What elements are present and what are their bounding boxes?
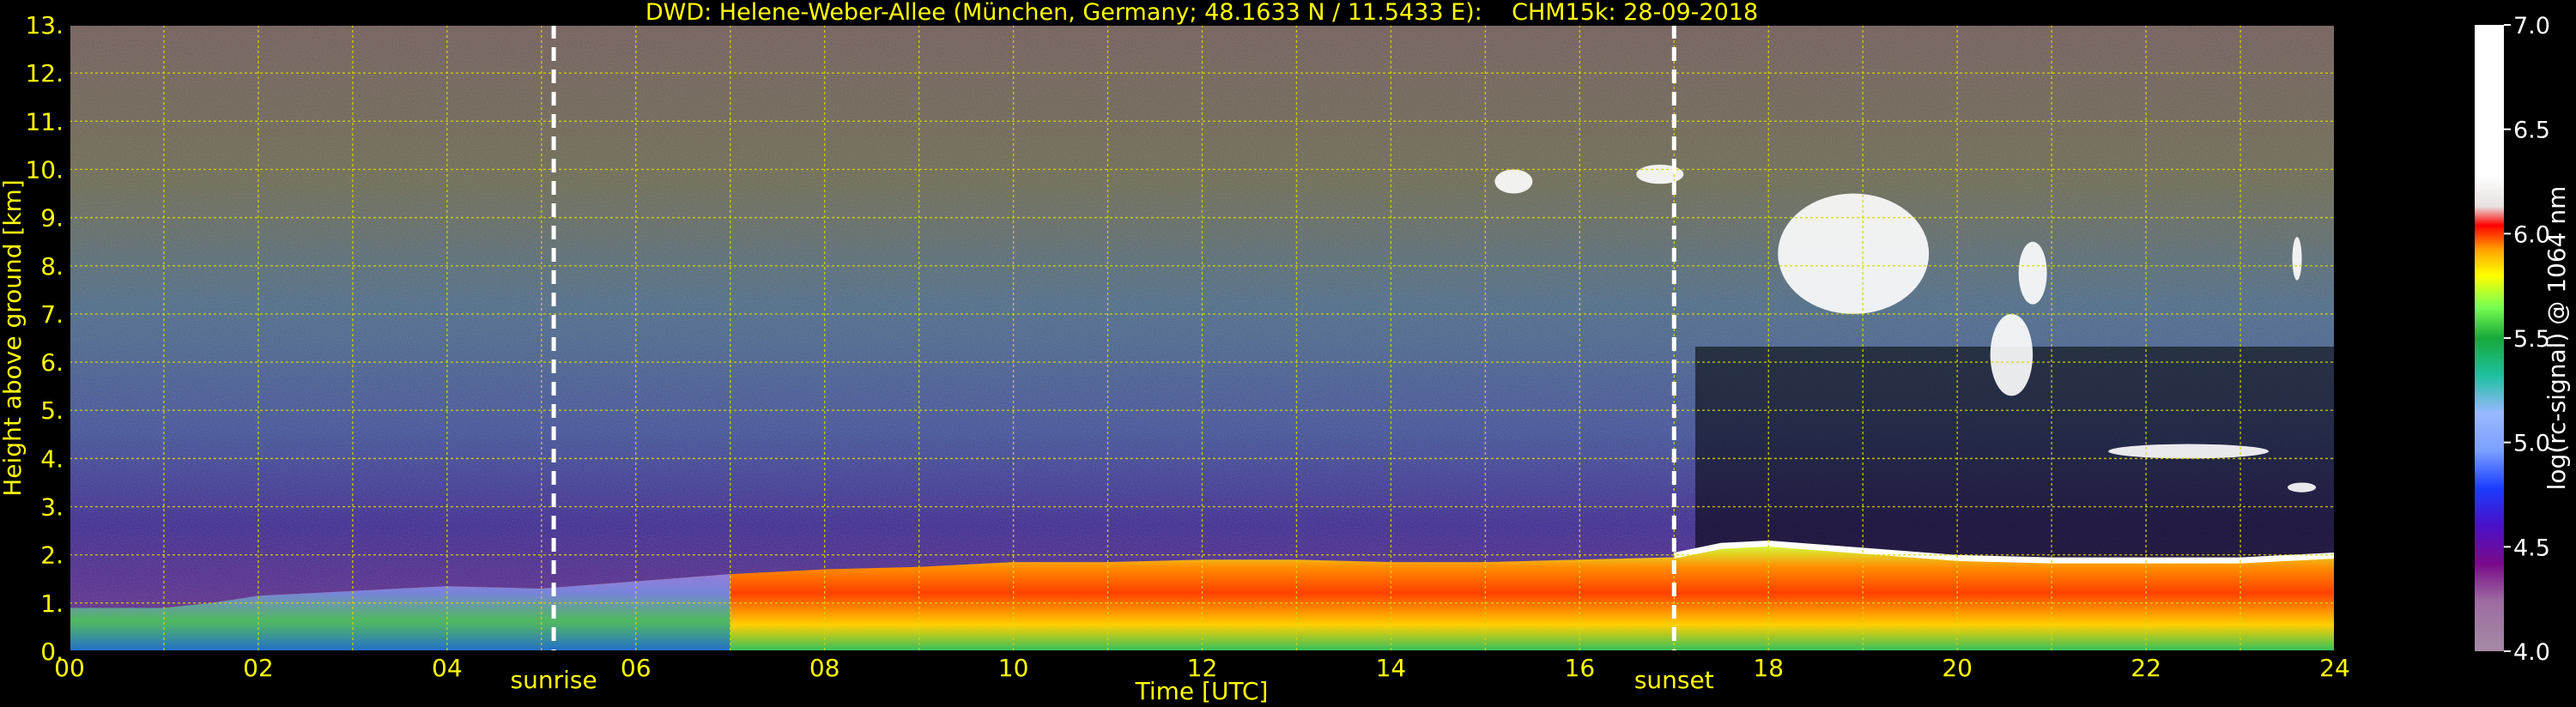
colorbar-tick-label: 4.5	[2513, 535, 2550, 561]
colorbar-tick-label: 7.0	[2513, 13, 2550, 39]
y-tick-label: 9.	[40, 204, 64, 233]
y-tick-label: 7.	[40, 300, 64, 329]
x-tick-label: 22	[2131, 654, 2161, 682]
cloud-feature-5	[2292, 237, 2302, 281]
colorbar-gradient	[2475, 25, 2504, 651]
colorbar-tick-label: 6.5	[2513, 118, 2550, 144]
y-tick-label: 11.	[25, 107, 64, 136]
y-tick-label: 10.	[25, 155, 64, 184]
x-axis-label: Time [UTC]	[1135, 677, 1269, 705]
colorbar-label: log(rc-signal) @ 1064 nm	[2543, 186, 2571, 491]
cloud-feature-7	[1636, 164, 1684, 184]
ceilometer-chart: DWD: Helene-Weber-Allee (München, German…	[0, 0, 2571, 705]
x-tick-label: 18	[1753, 654, 1784, 682]
y-tick-label: 2.	[40, 541, 64, 570]
x-tick-label: 00	[54, 654, 85, 682]
y-tick-label: 6.	[40, 348, 64, 377]
cloud-feature-1	[1990, 313, 2034, 396]
x-tick-label: 06	[621, 654, 652, 682]
y-tick-label: 13.	[25, 11, 64, 39]
y-tick-label: 1.	[40, 589, 64, 618]
cloud-feature-2	[2018, 241, 2047, 305]
y-axis-label: Height above ground [km]	[0, 179, 27, 497]
x-tick-label: 02	[243, 654, 274, 682]
chart-title: DWD: Helene-Weber-Allee (München, German…	[646, 0, 1758, 26]
y-tick-label: 5.	[40, 396, 64, 425]
x-tick-label: 20	[1942, 654, 1973, 682]
cloud-feature-0	[1778, 193, 1930, 314]
sunrise-label: sunrise	[510, 666, 597, 694]
colorbar-tick-label: 4.0	[2513, 639, 2550, 666]
x-tick-label: 14	[1376, 654, 1407, 682]
plot-area	[70, 25, 2336, 651]
y-tick-label: 4.	[40, 444, 64, 473]
y-tick-label: 3.	[40, 493, 64, 522]
x-tick-label: 10	[998, 654, 1029, 682]
y-tick-label: 12.	[25, 59, 64, 88]
cloud-feature-4	[2288, 482, 2317, 492]
x-tick-label: 08	[809, 654, 840, 682]
cloud-feature-3	[2108, 444, 2270, 459]
x-tick-label: 16	[1565, 654, 1596, 682]
cloud-feature-6	[1494, 169, 1533, 194]
x-tick-label: 04	[432, 654, 463, 682]
y-tick-label: 8.	[40, 252, 64, 281]
colorbar: 4.04.55.05.56.06.57.0 log(rc-signal) @ 1…	[2475, 13, 2571, 666]
x-tick-label: 24	[2319, 654, 2350, 682]
sunset-label: sunset	[1634, 666, 1714, 694]
